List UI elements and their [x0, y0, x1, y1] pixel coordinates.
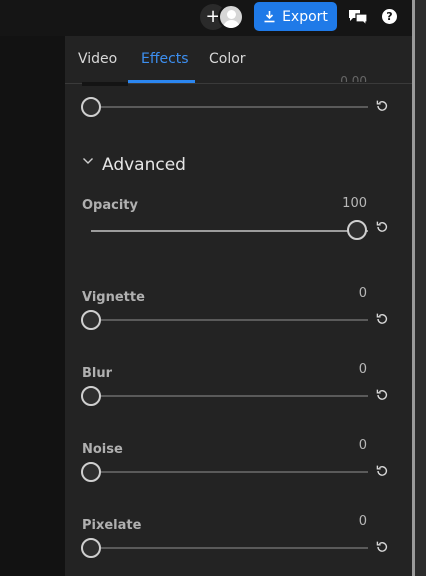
noise-thumb[interactable] — [81, 462, 101, 482]
slider-track[interactable] — [91, 106, 368, 108]
vignette-track[interactable] — [91, 319, 368, 321]
reset-icon[interactable] — [375, 388, 389, 402]
top-bar: + Export ? — [0, 0, 412, 36]
help-icon[interactable]: ? — [382, 9, 397, 24]
vignette-value: 0 — [358, 286, 367, 301]
vignette-label: Vignette — [82, 290, 145, 305]
blur-track[interactable] — [91, 395, 368, 397]
noise-track[interactable] — [91, 471, 368, 473]
canvas-area — [0, 36, 65, 576]
pixelate-track[interactable] — [91, 547, 368, 549]
download-icon — [264, 11, 275, 23]
export-button[interactable]: Export — [254, 2, 337, 31]
reset-icon[interactable] — [375, 312, 389, 326]
slider-thumb[interactable] — [81, 97, 101, 117]
tab-color[interactable]: Color — [209, 51, 246, 67]
chat-icon[interactable] — [348, 8, 368, 26]
scrolled-label — [82, 82, 128, 86]
scrollbar[interactable] — [412, 0, 426, 576]
reset-icon[interactable] — [375, 99, 389, 113]
reset-icon[interactable] — [375, 540, 389, 554]
blur-value: 0 — [358, 362, 367, 377]
pixelate-label: Pixelate — [82, 518, 142, 533]
tab-video[interactable]: Video — [78, 51, 117, 67]
active-tab-indicator — [128, 80, 195, 83]
opacity-label: Opacity — [82, 198, 138, 213]
reset-icon[interactable] — [375, 464, 389, 478]
section-title-advanced[interactable]: Advanced — [102, 155, 186, 175]
vignette-thumb[interactable] — [81, 310, 101, 330]
pixelate-thumb[interactable] — [81, 538, 101, 558]
tab-effects[interactable]: Effects — [141, 51, 189, 67]
collaborators: + — [200, 4, 244, 30]
opacity-thumb[interactable] — [347, 220, 367, 240]
reset-icon[interactable] — [375, 220, 389, 234]
opacity-value: 100 — [342, 196, 367, 211]
blur-thumb[interactable] — [81, 386, 101, 406]
export-label: Export — [282, 8, 328, 25]
noise-label: Noise — [82, 442, 123, 457]
slider-value: 0.00 — [340, 74, 367, 82]
opacity-track[interactable] — [91, 230, 368, 232]
chevron-down-icon[interactable] — [82, 156, 94, 166]
noise-value: 0 — [358, 438, 367, 453]
pixelate-value: 0 — [358, 514, 367, 529]
blur-label: Blur — [82, 366, 113, 381]
avatar[interactable] — [218, 4, 244, 30]
effects-panel: Video Effects Color 0.00 Advanced Opacit… — [65, 36, 412, 576]
